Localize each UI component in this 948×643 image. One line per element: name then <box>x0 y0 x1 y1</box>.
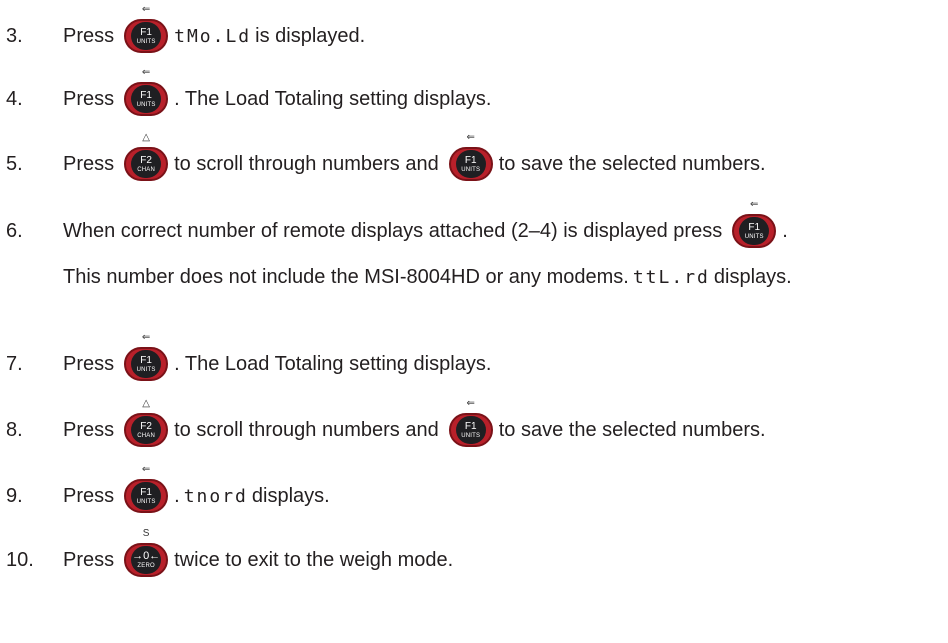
step-text: Press <box>63 152 115 175</box>
f1-units-key-icon: ⇐ F1 UNITS <box>448 399 493 447</box>
step-item: 9. Press ⇐ F1 UNITS. tnord displays. <box>0 465 334 516</box>
step-text: Press <box>63 352 115 375</box>
key-top-label: F1 <box>140 354 152 366</box>
key-top-label: F2 <box>140 154 152 166</box>
step-text: Press <box>63 418 115 441</box>
step-text: Press <box>63 87 115 110</box>
f1-units-key-icon: ⇐ F1 UNITS <box>124 68 169 116</box>
key-bottom-label: CHAN <box>137 432 156 439</box>
key-top-label: →0← <box>132 549 161 562</box>
key-arrow-icon: ⇐ <box>141 4 151 15</box>
step-text: to save the selected numbers. <box>498 152 766 175</box>
key-top-label: F1 <box>464 154 477 166</box>
step-text: to save the selected numbers. <box>498 418 766 441</box>
key-bottom-label: UNITS <box>744 233 764 240</box>
key-top-label: F2 <box>140 420 152 432</box>
step-item: 5. Press △ F2 CHAN to scroll through numbers … <box>0 133 770 184</box>
zero-key-icon: S →0← ZERO <box>124 529 169 577</box>
step-text: Press <box>63 484 115 507</box>
step-number: 3. <box>6 24 23 47</box>
step-text: This number does not include the MSI-800… <box>63 265 629 288</box>
f2-chan-key-icon: △ F2 CHAN <box>124 133 169 181</box>
key-arrow-icon: △ <box>142 132 150 143</box>
f1-units-key-icon: ⇐ F1 UNITS <box>124 333 169 381</box>
key-bottom-label: UNITS <box>461 166 481 173</box>
step-number: 10. <box>6 548 34 571</box>
key-arrow-icon: ⇐ <box>750 199 759 210</box>
display-readout: tMo.Ld <box>174 25 252 47</box>
step-text: displays. <box>713 265 792 288</box>
key-bottom-label: UNITS <box>461 432 481 439</box>
key-top-label: F1 <box>140 26 152 38</box>
step-text: . <box>174 484 180 507</box>
step-number: 8. <box>6 418 23 441</box>
step-text: Press <box>63 24 115 47</box>
key-top-label: F1 <box>748 221 761 233</box>
step-text: is displayed. <box>255 24 366 47</box>
key-arrow-icon: S <box>142 528 150 539</box>
step-item: 3. Press ⇐ F1 UNITS tMo.Ld is displayed. <box>0 5 369 56</box>
key-top-label: F1 <box>140 89 152 101</box>
key-bottom-label: UNITS <box>136 498 156 505</box>
step-item: 4. Press ⇐ F1 UNITS . The Load Totaling setti… <box>0 68 495 119</box>
step-text: . The Load Totaling setting displays. <box>174 87 492 110</box>
key-arrow-icon: ⇐ <box>141 67 151 78</box>
display-readout: ttL.rd <box>632 266 710 288</box>
step-text: to scroll through numbers and <box>174 418 439 441</box>
step-text: When correct number of remote displays a… <box>63 219 723 242</box>
f1-units-key-icon: ⇐ F1 UNITS <box>124 465 169 513</box>
key-bottom-label: UNITS <box>136 366 156 373</box>
step-number: 7. <box>6 352 23 375</box>
key-arrow-icon: ⇐ <box>141 332 151 343</box>
key-top-label: F1 <box>464 420 477 432</box>
key-bottom-label: CHAN <box>137 166 156 173</box>
display-readout: tnord <box>183 485 248 507</box>
step-number: 5. <box>6 152 23 175</box>
step-text: to scroll through numbers and <box>174 152 439 175</box>
step-text: Press <box>63 548 115 571</box>
key-arrow-icon: ⇐ <box>466 398 475 409</box>
step-text: . <box>782 219 788 242</box>
key-bottom-label: UNITS <box>136 101 156 108</box>
step-continuation: This number does not include the MSI-800… <box>63 262 796 292</box>
f1-units-key-icon: ⇐ F1 UNITS <box>124 5 169 53</box>
step-number: 4. <box>6 87 23 110</box>
f1-units-key-icon: ⇐ F1 UNITS <box>732 200 777 248</box>
key-arrow-icon: △ <box>142 398 150 409</box>
key-arrow-icon: ⇐ <box>141 464 151 475</box>
key-top-label: F1 <box>140 486 152 498</box>
step-item: 8. Press △ F2 CHAN to scroll through numbers … <box>0 399 770 450</box>
step-number: 6. <box>6 219 23 242</box>
key-bottom-label: ZERO <box>137 562 155 569</box>
key-bottom-label: UNITS <box>136 38 156 45</box>
f2-chan-key-icon: △ F2 CHAN <box>124 399 169 447</box>
step-item: 6. When correct number of remote displays… <box>0 200 792 251</box>
f1-units-key-icon: ⇐ F1 UNITS <box>448 133 493 181</box>
step-text: displays. <box>251 484 330 507</box>
step-number: 9. <box>6 484 23 507</box>
step-item: 10. Press S →0← ZERO twice to exit to the wei… <box>0 529 457 580</box>
step-item: 7. Press ⇐ F1 UNITS . The Load Totaling setti… <box>0 333 495 384</box>
key-arrow-icon: ⇐ <box>466 132 475 143</box>
step-text: . The Load Totaling setting displays. <box>174 352 492 375</box>
step-text: twice to exit to the weigh mode. <box>174 548 454 571</box>
